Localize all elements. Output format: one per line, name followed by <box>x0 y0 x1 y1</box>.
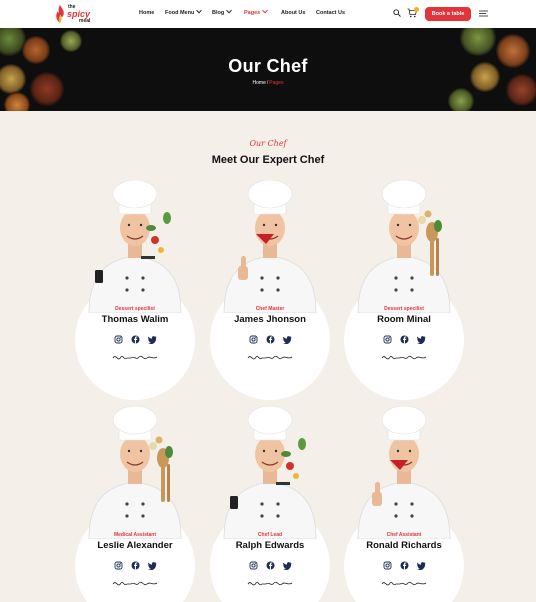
instagram-icon[interactable] <box>383 335 392 344</box>
chef-signature <box>111 577 159 589</box>
site-header: the spicy meal Home Food Menu Blog Pages… <box>0 0 536 28</box>
chef-signature <box>246 577 294 589</box>
breadcrumb-home-link[interactable]: Home <box>253 80 266 86</box>
food-dish-decoration <box>448 88 474 111</box>
chef-social-links <box>75 561 195 571</box>
facebook-icon[interactable] <box>266 335 275 344</box>
chef-role: Chef Master <box>255 306 285 312</box>
section-eyebrow: Our Chef <box>249 139 287 148</box>
food-dish-decoration <box>460 28 496 56</box>
chef-photo <box>216 178 324 314</box>
chef-social-links <box>344 561 464 571</box>
nav-food-menu[interactable]: Food Menu <box>165 7 203 16</box>
page-hero-banner: Our Chef Home/Pages <box>0 28 536 111</box>
nav-pages-label: Pages <box>244 10 261 16</box>
chef-role: Dessert specilist <box>384 306 424 312</box>
book-table-button[interactable]: Book a table <box>425 7 471 21</box>
facebook-icon[interactable] <box>131 335 140 344</box>
chevron-down-icon <box>262 7 269 14</box>
twitter-icon[interactable] <box>282 561 292 571</box>
nav-food-menu-label: Food Menu <box>165 10 195 16</box>
chef-photo <box>81 404 189 540</box>
chef-social-links <box>210 561 330 571</box>
flame-logo-icon <box>56 5 64 23</box>
facebook-icon[interactable] <box>400 335 409 344</box>
food-dish-decoration <box>30 72 64 106</box>
chef-card[interactable]: Chef Master James Jhonson <box>210 178 330 400</box>
site-logo[interactable]: the spicy meal <box>55 3 97 25</box>
chef-name[interactable]: Ralph Edwards <box>210 540 330 551</box>
nav-blog[interactable]: Blog <box>212 7 233 16</box>
instagram-icon[interactable] <box>249 335 258 344</box>
instagram-icon[interactable] <box>249 561 258 570</box>
logo-text-meal: meal <box>79 18 91 24</box>
nav-blog-label: Blog <box>212 10 225 16</box>
chef-signature <box>380 351 428 363</box>
food-dish-decoration <box>60 30 82 52</box>
twitter-icon[interactable] <box>282 335 292 345</box>
page-title: Our Chef <box>228 56 308 76</box>
instagram-icon[interactable] <box>114 335 123 344</box>
chef-signature <box>380 577 428 589</box>
facebook-icon[interactable] <box>131 561 140 570</box>
breadcrumb: Home/Pages <box>0 80 536 86</box>
twitter-icon[interactable] <box>416 561 426 571</box>
nav-contact-us[interactable]: Contact Us <box>316 10 345 16</box>
chef-social-links <box>75 335 195 345</box>
chef-name[interactable]: James Jhonson <box>210 314 330 325</box>
chef-name[interactable]: Thomas Walim <box>75 314 195 325</box>
chef-photo <box>81 178 189 314</box>
facebook-icon[interactable] <box>266 561 275 570</box>
chef-name[interactable]: Leslie Alexander <box>75 540 195 551</box>
nav-about-us[interactable]: About Us <box>281 10 305 16</box>
chef-signature <box>111 351 159 363</box>
chef-card[interactable]: Chef Lead Ralph Edwards <box>210 404 330 602</box>
chef-role: Dessert specilist <box>115 306 155 312</box>
nav-home-label: Home <box>139 10 155 16</box>
chef-photo <box>216 404 324 540</box>
cart-count-badge <box>414 7 419 12</box>
breadcrumb-current: Pages <box>269 80 284 86</box>
section-title: Meet Our Expert Chef <box>211 154 325 166</box>
chef-card[interactable]: Medical Assistant Leslie Alexander <box>75 404 195 602</box>
chef-signature <box>246 351 294 363</box>
chef-card[interactable]: Dessert specilist Room Minal <box>344 178 464 400</box>
chef-role: Medical Assistant <box>113 532 157 538</box>
nav-about-us-label: About Us <box>281 10 306 16</box>
chevron-down-icon <box>226 7 233 14</box>
chef-role: Chef Lead <box>257 532 283 538</box>
food-dish-decoration <box>506 74 536 106</box>
nav-pages[interactable]: Pages <box>244 7 269 16</box>
twitter-icon[interactable] <box>416 335 426 345</box>
chef-social-links <box>344 335 464 345</box>
twitter-icon[interactable] <box>147 561 157 571</box>
facebook-icon[interactable] <box>400 561 409 570</box>
chef-card[interactable]: Chef Assistant Ronald Richards <box>344 404 464 602</box>
chef-photo <box>350 404 458 540</box>
chef-social-links <box>210 335 330 345</box>
instagram-icon[interactable] <box>383 561 392 570</box>
search-icon[interactable] <box>393 9 401 17</box>
nav-home[interactable]: Home <box>139 10 154 16</box>
chef-card[interactable]: Dessert specilist Thomas Walim <box>75 178 195 400</box>
food-dish-decoration <box>4 92 30 111</box>
chef-name[interactable]: Room Minal <box>344 314 464 325</box>
twitter-icon[interactable] <box>147 335 157 345</box>
chef-name[interactable]: Ronald Richards <box>344 540 464 551</box>
chef-photo <box>350 178 458 314</box>
hamburger-menu-icon[interactable] <box>479 10 488 17</box>
nav-contact-us-label: Contact Us <box>316 10 346 16</box>
instagram-icon[interactable] <box>114 561 123 570</box>
chevron-down-icon <box>196 7 203 14</box>
chef-role: Chef Assistant <box>386 532 422 538</box>
